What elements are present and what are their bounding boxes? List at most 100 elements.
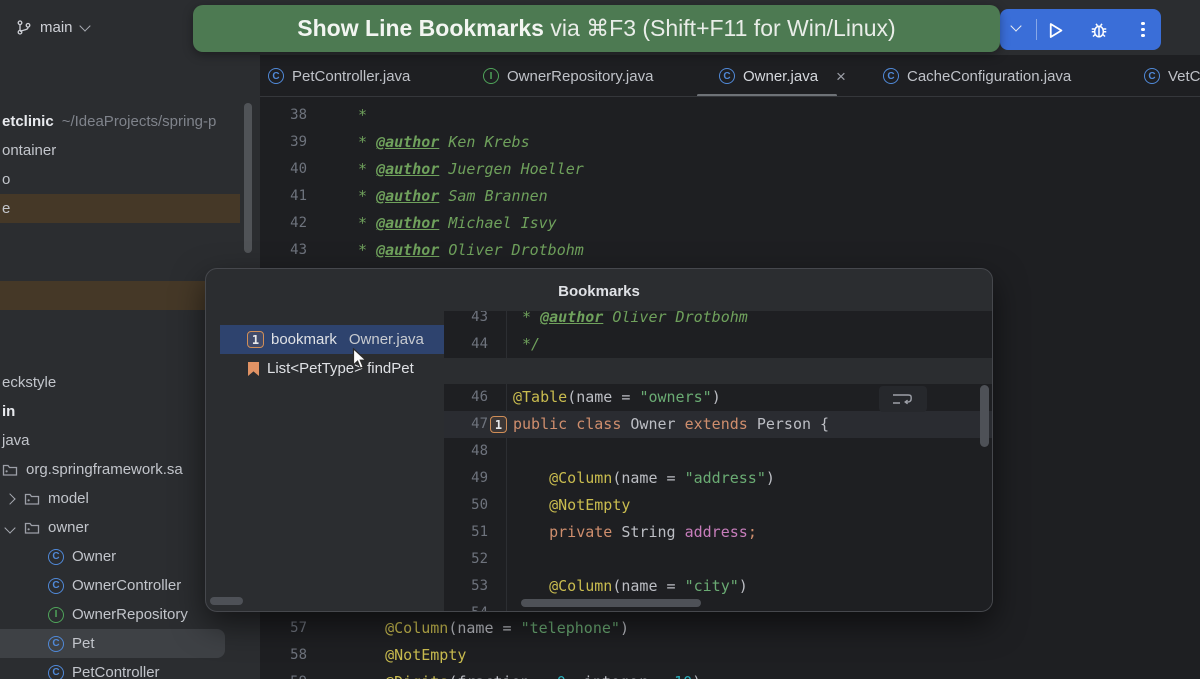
tab-vetc[interactable]: C VetC [1144, 55, 1200, 97]
code-text: @Column(name = "telephone") [349, 615, 629, 642]
tab-label: OwnerRepository.java [507, 68, 653, 85]
tree-item-o[interactable]: o [0, 165, 10, 194]
code-text: @Digits(fraction = 0, integer = 10) [349, 669, 701, 679]
close-icon[interactable]: × [836, 68, 846, 85]
code-text: */ [513, 331, 540, 358]
line-number: 48 [444, 438, 488, 465]
code-text: private String address; [513, 519, 757, 546]
code-line[interactable]: 58 @NotEmpty [260, 642, 1200, 669]
popup-title: Bookmarks [206, 283, 992, 300]
bookmark-location: Owner.java [349, 331, 424, 348]
tree-item-label: OwnerRepository [72, 606, 188, 623]
code-line[interactable]: 40 * @author Juergen Hoeller [260, 156, 1200, 183]
tab-cacheconfiguration-java[interactable]: CCacheConfiguration.java [883, 55, 1071, 97]
code-text: @Table(name = "owners") [513, 384, 721, 411]
code-line[interactable]: 43 * @author Oliver Drotbohm [260, 237, 1200, 264]
more-actions-kebab-icon[interactable] [1134, 20, 1152, 39]
code-text: * @author Oliver Drotbohm [349, 237, 584, 264]
tree-item-label: model [48, 490, 89, 507]
tree-item-owner[interactable]: COwner [0, 542, 116, 571]
line-number: 42 [260, 210, 307, 237]
folder-icon [24, 520, 40, 536]
bookmark-list-item[interactable]: List<PetType> findPet [220, 354, 444, 383]
bookmark-description: bookmark [271, 331, 337, 348]
code-line[interactable]: 53 @Column(name = "city") [444, 573, 993, 600]
tree-item-label: Pet [72, 635, 95, 652]
code-text: @NotEmpty [513, 492, 630, 519]
run-configuration-widget [1000, 9, 1161, 50]
code-text: * @author Michael Isvy [349, 210, 557, 237]
tree-item-label: OwnerController [72, 577, 181, 594]
tree-item-label: o [2, 171, 10, 188]
line-number: 54 [444, 600, 488, 612]
tree-item-ownercontroller[interactable]: COwnerController [0, 571, 181, 600]
code-text: * [349, 102, 367, 129]
code-line[interactable]: 43 * @author Oliver Drotbohm [444, 311, 993, 331]
bookmark-list-hscrollbar[interactable] [210, 597, 243, 605]
code-line[interactable]: 50 @NotEmpty [444, 492, 993, 519]
tree-item-owner[interactable]: owner [0, 513, 89, 542]
tree-item-ownerrepository[interactable]: IOwnerRepository [0, 600, 188, 629]
tree-chevron-icon[interactable] [4, 522, 15, 533]
line-number: 52 [444, 546, 488, 573]
class-icon: C [1144, 68, 1160, 84]
preview-hscrollbar[interactable] [521, 599, 701, 607]
soft-wrap-button[interactable] [879, 386, 927, 412]
code-line[interactable]: 42 * @author Michael Isvy [260, 210, 1200, 237]
tree-item-ontainer[interactable]: ontainer [0, 136, 56, 165]
tree-item-eckstyle[interactable]: eckstyle [0, 368, 56, 397]
tree-item-java[interactable]: java [0, 426, 30, 455]
tree-item-in[interactable]: in [0, 397, 15, 426]
tab-ownerrepository-java[interactable]: I OwnerRepository.java [483, 55, 653, 97]
line-number: 51 [444, 519, 488, 546]
code-line[interactable]: 52 [444, 546, 993, 573]
debug-button[interactable] [1088, 19, 1110, 41]
tab-petcontroller-java[interactable]: CPetController.java [268, 55, 410, 97]
line-number: 38 [260, 102, 307, 129]
tree-item[interactable]: etclinic~/IdeaProjects/spring-p [0, 107, 216, 136]
code-line[interactable]: 59 @Digits(fraction = 0, integer = 10) [260, 669, 1200, 679]
bookmark-flag-icon [247, 361, 260, 377]
git-branch-widget[interactable]: main [12, 12, 93, 43]
code-line[interactable]: 38 * [260, 102, 1200, 129]
tree-item-model[interactable]: model [0, 484, 89, 513]
tab-label: VetC [1168, 68, 1200, 85]
code-line[interactable]: 41 * @author Sam Brannen [260, 183, 1200, 210]
tree-item-label: Owner [72, 548, 116, 565]
code-line[interactable]: 51 private String address; [444, 519, 993, 546]
banner-action-name: Show Line Bookmarks [297, 15, 544, 42]
bookmarks-popup: Bookmarks 1bookmarkOwner.javaList<PetTyp… [205, 268, 993, 612]
class-icon: C [883, 68, 899, 84]
code-line[interactable]: 49 @Column(name = "address") [444, 465, 993, 492]
tab-owner-java[interactable]: COwner.java× [719, 55, 846, 97]
class-icon: C [48, 665, 64, 679]
code-line[interactable]: 47public class Owner extends Person { [444, 411, 993, 438]
code-line[interactable]: 39 * @author Ken Krebs [260, 129, 1200, 156]
bookmark-code-snippet: List<PetType> findPet [267, 360, 414, 377]
interface-icon: I [483, 68, 499, 84]
class-icon: C [48, 636, 64, 652]
tree-item[interactable] [0, 281, 240, 310]
tree-chevron-icon[interactable] [4, 493, 15, 504]
code-line[interactable]: 44 */ [444, 331, 993, 358]
tree-item-label: ontainer [2, 142, 56, 159]
line-number: 40 [260, 156, 307, 183]
tree-item-petcontroller[interactable]: CPetController [0, 658, 160, 679]
run-widget-divider [1036, 19, 1037, 40]
tree-item-pet[interactable]: C Pet [0, 629, 225, 658]
tree-item-e[interactable]: e [0, 194, 240, 223]
tree-item-label: eckstyle [2, 374, 56, 391]
run-config-chevron-icon[interactable] [1010, 20, 1021, 31]
code-line[interactable]: 57 @Column(name = "telephone") [260, 615, 1200, 642]
preview-vscrollbar[interactable] [980, 385, 989, 447]
line-number: 46 [444, 384, 488, 411]
package-icon [2, 462, 18, 478]
tree-item-org-springframework-sa[interactable]: org.springframework.sa [0, 455, 183, 484]
project-tree-scrollbar[interactable] [244, 103, 252, 253]
line-number: 43 [444, 311, 488, 331]
run-button[interactable] [1044, 19, 1066, 41]
bookmark-list-item[interactable]: 1bookmarkOwner.java [220, 325, 444, 354]
code-line[interactable]: 48 [444, 438, 993, 465]
line-number: 49 [444, 465, 488, 492]
folder-icon [24, 491, 40, 507]
